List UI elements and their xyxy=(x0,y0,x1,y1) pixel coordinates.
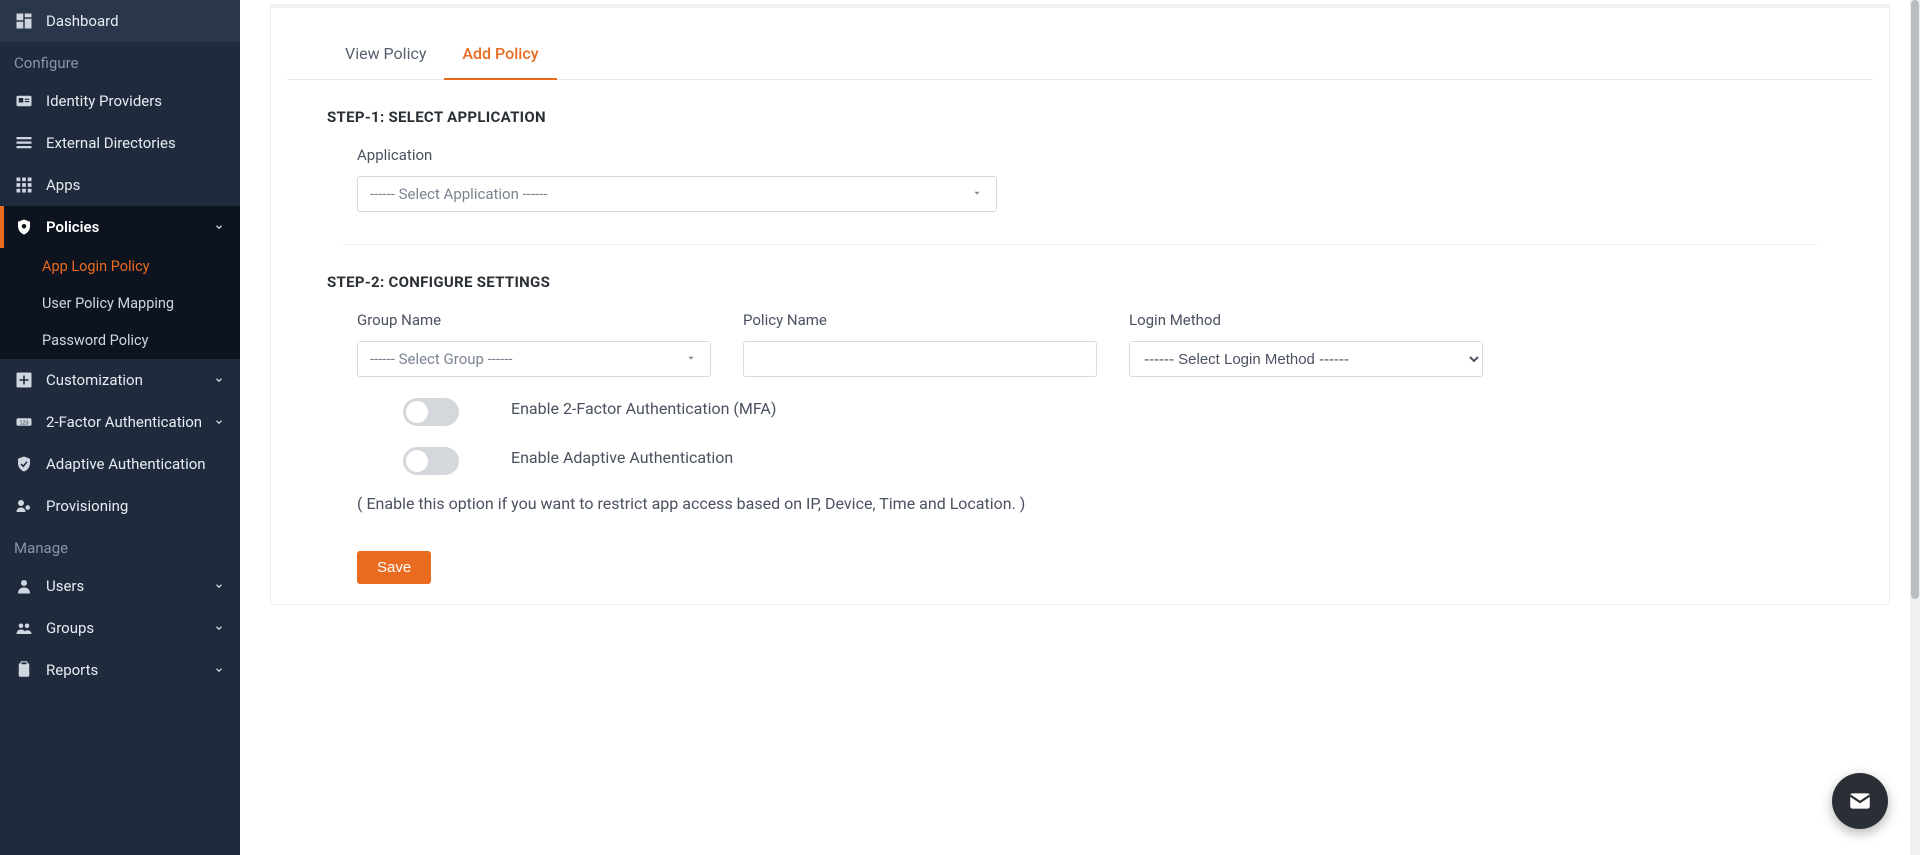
policy-card: View Policy Add Policy STEP-1: SELECT AP… xyxy=(270,4,1890,605)
apps-grid-icon xyxy=(14,175,34,195)
svg-text:123: 123 xyxy=(20,420,29,426)
mfa-toggle[interactable] xyxy=(403,398,459,426)
policy-name-label: Policy Name xyxy=(743,311,1097,329)
adaptive-toggle-row: Enable Adaptive Authentication xyxy=(357,438,1833,487)
sidebar: Dashboard Configure Identity Providers E… xyxy=(0,0,240,855)
policy-tabs: View Policy Add Policy xyxy=(287,8,1873,80)
id-card-icon xyxy=(14,91,34,111)
mail-icon xyxy=(1847,788,1873,814)
login-method-label: Login Method xyxy=(1129,311,1483,329)
step1-section: STEP-1: SELECT APPLICATION Application -… xyxy=(271,80,1889,224)
chevron-down-icon xyxy=(212,663,226,677)
plus-square-icon xyxy=(14,370,34,390)
group-icon xyxy=(14,618,34,638)
dashboard-icon xyxy=(14,11,34,31)
login-method-select[interactable]: ------ Select Login Method ------ xyxy=(1129,341,1483,377)
clipboard-icon xyxy=(14,660,34,680)
sidebar-item-external-directories[interactable]: External Directories xyxy=(0,122,240,164)
sidebar-item-dashboard[interactable]: Dashboard xyxy=(0,0,240,42)
sidebar-item-label: Reports xyxy=(46,661,98,679)
chat-fab[interactable] xyxy=(1832,773,1888,829)
password-icon: 123 xyxy=(14,412,34,432)
sidebar-sub-password-policy[interactable]: Password Policy xyxy=(0,322,240,359)
application-label: Application xyxy=(357,146,997,164)
user-icon xyxy=(14,576,34,596)
sidebar-item-label: 2-Factor Authentication xyxy=(46,413,202,431)
group-name-label: Group Name xyxy=(357,311,711,329)
sidebar-item-label: Groups xyxy=(46,619,94,637)
group-name-select[interactable]: ------ Select Group ------ xyxy=(357,341,711,377)
step2-section: STEP-2: CONFIGURE SETTINGS Group Name --… xyxy=(271,245,1889,533)
sidebar-item-apps[interactable]: Apps xyxy=(0,164,240,206)
shield-check-icon xyxy=(14,454,34,474)
save-button[interactable]: Save xyxy=(357,551,431,584)
scrollbar-thumb[interactable] xyxy=(1911,0,1919,599)
sidebar-item-customization[interactable]: Customization xyxy=(0,359,240,401)
sidebar-sub-app-login-policy[interactable]: App Login Policy xyxy=(0,248,240,285)
adaptive-toggle-note: ( Enable this option if you want to rest… xyxy=(327,487,1147,521)
list-icon xyxy=(14,133,34,153)
policy-name-input[interactable] xyxy=(743,341,1097,377)
caret-down-icon xyxy=(972,188,984,200)
sidebar-item-label: Customization xyxy=(46,371,143,389)
application-select-placeholder: ------ Select Application ------ xyxy=(370,185,547,203)
sidebar-item-label: Users xyxy=(46,577,84,595)
toggle-knob xyxy=(406,401,428,423)
sidebar-item-label: External Directories xyxy=(46,134,176,152)
toggle-knob xyxy=(406,450,428,472)
page-scrollbar[interactable] xyxy=(1910,0,1920,855)
group-name-placeholder: ------ Select Group ------ xyxy=(370,350,513,368)
main-content: View Policy Add Policy STEP-1: SELECT AP… xyxy=(240,0,1920,855)
sidebar-item-label: Policies xyxy=(46,218,99,236)
step2-title: STEP-2: CONFIGURE SETTINGS xyxy=(327,273,1833,291)
step1-title: STEP-1: SELECT APPLICATION xyxy=(327,108,1833,126)
mfa-toggle-label: Enable 2-Factor Authentication (MFA) xyxy=(511,395,776,422)
group-name-field: Group Name ------ Select Group ------ xyxy=(357,311,711,377)
sidebar-item-label: Apps xyxy=(46,176,80,194)
sidebar-item-provisioning[interactable]: Provisioning xyxy=(0,485,240,527)
chevron-down-icon xyxy=(212,579,226,593)
sidebar-item-2fa[interactable]: 123 2-Factor Authentication xyxy=(0,401,240,443)
application-select[interactable]: ------ Select Application ------ xyxy=(357,176,997,212)
sidebar-item-label: Adaptive Authentication xyxy=(46,455,206,473)
users-sync-icon xyxy=(14,496,34,516)
sidebar-sub-user-policy-mapping[interactable]: User Policy Mapping xyxy=(0,285,240,322)
adaptive-toggle-label: Enable Adaptive Authentication xyxy=(511,444,733,471)
chevron-down-icon xyxy=(212,415,226,429)
tab-add-policy[interactable]: Add Policy xyxy=(444,36,556,79)
sidebar-submenu-policies: App Login Policy User Policy Mapping Pas… xyxy=(0,248,240,359)
sidebar-item-adaptive-auth[interactable]: Adaptive Authentication xyxy=(0,443,240,485)
login-method-field: Login Method ------ Select Login Method … xyxy=(1129,311,1483,377)
sidebar-section-manage: Manage xyxy=(0,527,240,565)
mfa-toggle-row: Enable 2-Factor Authentication (MFA) xyxy=(357,377,1833,438)
shield-icon xyxy=(14,217,34,237)
policy-name-field: Policy Name xyxy=(743,311,1097,377)
application-field: Application ------ Select Application --… xyxy=(357,146,997,212)
adaptive-toggle[interactable] xyxy=(403,447,459,475)
sidebar-section-configure: Configure xyxy=(0,42,240,80)
chevron-down-icon xyxy=(212,220,226,234)
sidebar-item-label: Provisioning xyxy=(46,497,128,515)
sidebar-item-reports[interactable]: Reports xyxy=(0,649,240,691)
chevron-down-icon xyxy=(212,621,226,635)
chevron-down-icon xyxy=(212,373,226,387)
tab-view-policy[interactable]: View Policy xyxy=(327,36,444,79)
sidebar-item-policies[interactable]: Policies xyxy=(0,206,240,248)
sidebar-item-label: Dashboard xyxy=(46,12,119,30)
sidebar-item-groups[interactable]: Groups xyxy=(0,607,240,649)
sidebar-item-label: Identity Providers xyxy=(46,92,162,110)
caret-down-icon xyxy=(686,353,698,365)
sidebar-item-users[interactable]: Users xyxy=(0,565,240,607)
sidebar-item-identity-providers[interactable]: Identity Providers xyxy=(0,80,240,122)
